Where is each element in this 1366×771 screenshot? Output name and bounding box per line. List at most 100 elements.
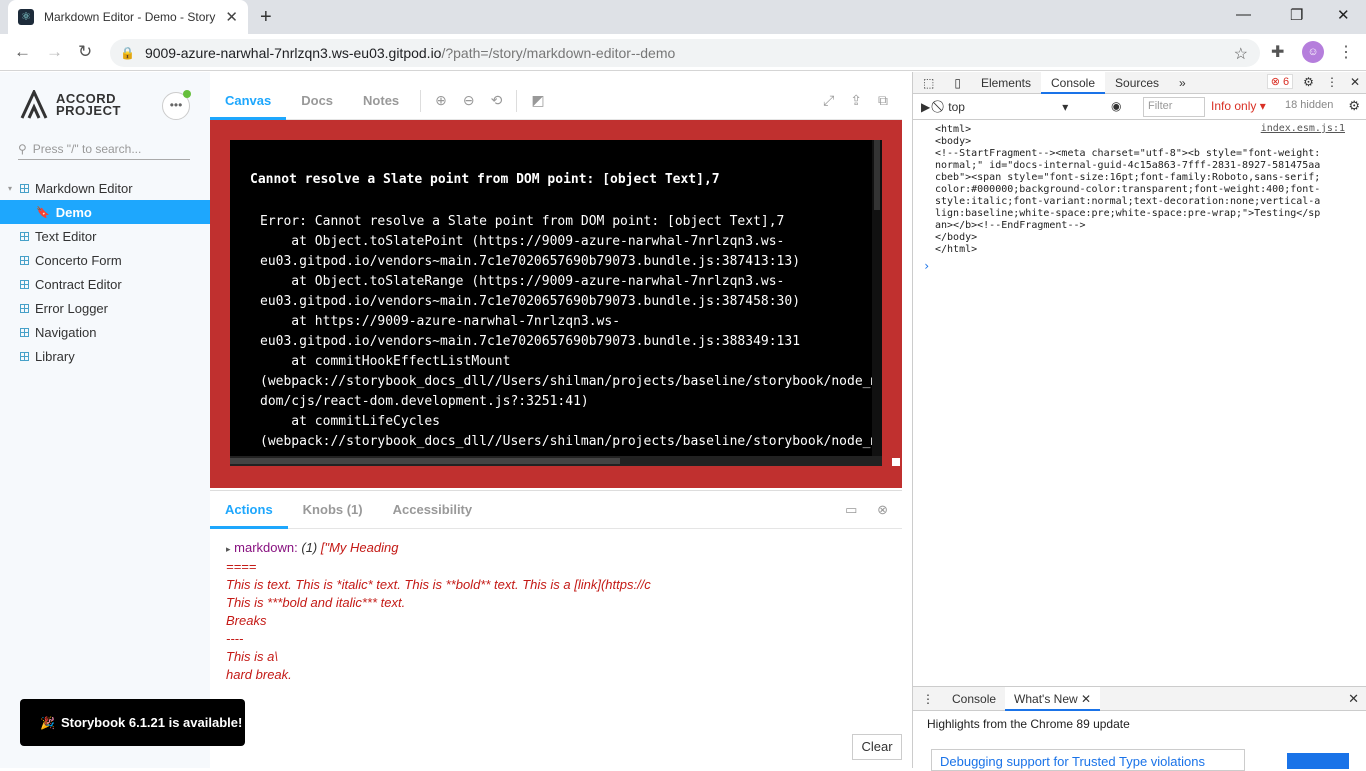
console-filter-input[interactable]: Filter	[1143, 97, 1205, 117]
tab-sources[interactable]: Sources	[1105, 72, 1169, 94]
sidebar-item-markdown-editor[interactable]: ▾ Markdown Editor	[0, 176, 210, 200]
stack-line: at commitLifeCycles	[260, 414, 441, 429]
component-icon	[20, 351, 29, 361]
context-value: top	[948, 99, 965, 114]
console-message: <html> <body> <!--StartFragment--><meta …	[935, 124, 1321, 255]
inspect-element-icon[interactable]: ⬚	[913, 72, 944, 94]
sidebar-item-demo[interactable]: 🔖 Demo	[0, 200, 210, 224]
devtools-menu-icon[interactable]: ⋮	[1326, 75, 1338, 89]
close-drawer-icon[interactable]: ✕	[1348, 691, 1359, 707]
drawer-tabs: ⋮ Console What's New ✕ ✕	[913, 686, 1366, 711]
sidebar-item-navigation[interactable]: Navigation	[0, 320, 210, 344]
sidebar-item-library[interactable]: Library	[0, 344, 210, 368]
zoom-reset-icon[interactable]: ⟲	[491, 92, 503, 109]
browser-tab-title: Markdown Editor - Demo - Story	[44, 10, 216, 24]
log-line: hard break.	[226, 667, 292, 682]
panel-position-icon[interactable]: ▭	[845, 502, 857, 517]
tab-console[interactable]: Console	[1040, 71, 1106, 94]
stack-line: eu03.gitpod.io/vendors~main.7c1e70206576…	[260, 294, 801, 309]
addons-panel: Actions Knobs (1) Accessibility ▭ ⊗ ▸ ma…	[210, 490, 902, 768]
logo-line-2: PROJECT	[56, 103, 121, 118]
scrollbar-thumb[interactable]	[230, 458, 620, 464]
stack-line: (webpack://storybook_docs_dll//Users/shi…	[260, 374, 872, 389]
close-tab-icon[interactable]: ✕	[225, 8, 238, 26]
tab-elements[interactable]: Elements	[971, 72, 1041, 94]
close-window-icon[interactable]: ✕	[1337, 6, 1350, 24]
scrollbar-thumb[interactable]	[874, 140, 880, 210]
sidebar-item-text-editor[interactable]: Text Editor	[0, 224, 210, 248]
action-logger: ▸ markdown: (1) ["My Heading ==== This i…	[210, 529, 902, 769]
log-line: This is a\	[226, 649, 279, 664]
component-icon	[20, 327, 29, 337]
story-bookmark-icon: 🔖	[36, 206, 50, 219]
tab-actions[interactable]: Actions	[210, 491, 288, 529]
error-count-badge[interactable]: ⊗ 6	[1266, 74, 1294, 89]
lock-icon: 🔒	[120, 46, 135, 60]
horizontal-scrollbar[interactable]	[230, 456, 882, 466]
error-title: Cannot resolve a Slate point from DOM po…	[250, 172, 720, 187]
profile-avatar[interactable]: ☺	[1302, 41, 1324, 63]
background-icon[interactable]: ◩	[531, 92, 544, 109]
zoom-in-icon[interactable]: ⊕	[435, 92, 447, 109]
live-expression-eye-icon[interactable]: ◉	[1111, 99, 1121, 113]
zoom-out-icon[interactable]: ⊖	[463, 92, 475, 109]
sidebar-item-label: Error Logger	[35, 300, 108, 316]
fullscreen-icon[interactable]: ⤢	[823, 92, 834, 109]
update-notification[interactable]: 🎉 Storybook 6.1.21 is available!	[20, 699, 245, 746]
more-tabs-icon[interactable]: »	[1169, 72, 1196, 94]
search-input[interactable]: ⚲ Press "/" to search...	[18, 138, 190, 160]
close-tab-icon[interactable]: ✕	[1081, 692, 1091, 706]
reload-icon[interactable]: ↻	[78, 42, 92, 62]
storybook-favicon-icon: ⚛	[18, 9, 34, 25]
tab-knobs[interactable]: Knobs (1)	[288, 491, 378, 529]
sidebar-item-label: Demo	[55, 204, 92, 220]
forward-icon[interactable]: →	[46, 42, 63, 62]
sidebar-menu-button[interactable]: •••	[162, 90, 191, 120]
devtools-drawer: ⋮ Console What's New ✕ ✕ Highlights from…	[913, 686, 1366, 771]
search-icon: ⚲	[18, 141, 27, 156]
drawer-menu-icon[interactable]: ⋮	[913, 687, 943, 711]
component-icon	[20, 183, 29, 193]
close-panel-icon[interactable]: ⊗	[877, 502, 888, 517]
share-icon[interactable]: ⇪	[850, 92, 862, 109]
sidebar-item-contract-editor[interactable]: Contract Editor	[0, 272, 210, 296]
settings-gear-icon[interactable]: ⚙	[1303, 75, 1314, 89]
component-icon	[20, 303, 29, 313]
drawer-tab-console[interactable]: Console	[943, 687, 1005, 711]
browser-tab[interactable]: ⚛ Markdown Editor - Demo - Story ✕	[8, 0, 248, 34]
tab-canvas[interactable]: Canvas	[210, 82, 287, 120]
clear-button[interactable]: Clear	[852, 734, 902, 760]
tab-accessibility[interactable]: Accessibility	[378, 491, 488, 529]
minimize-icon[interactable]: —	[1236, 6, 1251, 23]
source-link[interactable]: index.esm.js:1	[1261, 123, 1345, 135]
bookmark-star-icon[interactable]: ☆	[1234, 44, 1248, 64]
sidebar-item-label: Markdown Editor	[35, 180, 133, 196]
console-settings-gear-icon[interactable]: ⚙	[1348, 98, 1360, 114]
copy-link-icon[interactable]: ⧉	[878, 92, 888, 109]
restore-icon[interactable]: ❐	[1290, 6, 1303, 24]
browser-menu-icon[interactable]: ⋮	[1338, 42, 1354, 62]
extensions-icon[interactable]: ✚	[1271, 42, 1284, 62]
expand-arrow-icon[interactable]: ▸	[226, 544, 231, 554]
sidebar-item-error-logger[interactable]: Error Logger	[0, 296, 210, 320]
toolbar-divider	[420, 89, 422, 112]
sidebar-item-concerto-form[interactable]: Concerto Form	[0, 248, 210, 272]
log-levels-select[interactable]: Info only ▾	[1211, 99, 1266, 113]
hidden-count: 18 hidden	[1285, 99, 1334, 111]
stack-line: at commitHookEffectListMount	[260, 354, 511, 369]
context-select[interactable]: top ▾	[948, 100, 1068, 114]
update-dot	[183, 90, 191, 98]
tab-docs[interactable]: Docs	[286, 82, 348, 120]
close-devtools-icon[interactable]: ✕	[1350, 75, 1360, 89]
tab-notes[interactable]: Notes	[348, 82, 414, 120]
vertical-scrollbar[interactable]	[872, 140, 882, 456]
drawer-tab-whats-new[interactable]: What's New ✕	[1005, 686, 1101, 711]
new-tab-icon[interactable]: +	[260, 6, 272, 29]
back-icon[interactable]: ←	[14, 42, 31, 62]
console-prompt[interactable]: ›	[913, 260, 1366, 272]
url-field[interactable]: 🔒 9009-azure-narwhal-7nrlzqn3.ws-eu03.gi…	[110, 39, 1260, 67]
device-toolbar-icon[interactable]: ▯	[944, 72, 971, 94]
browser-tab-strip: ⚛ Markdown Editor - Demo - Story ✕ + — ❐…	[0, 0, 1366, 34]
error-stack-trace[interactable]: Error: Cannot resolve a Slate point from…	[250, 204, 872, 456]
sidebar-toggle-icon[interactable]: ▶	[921, 100, 930, 114]
